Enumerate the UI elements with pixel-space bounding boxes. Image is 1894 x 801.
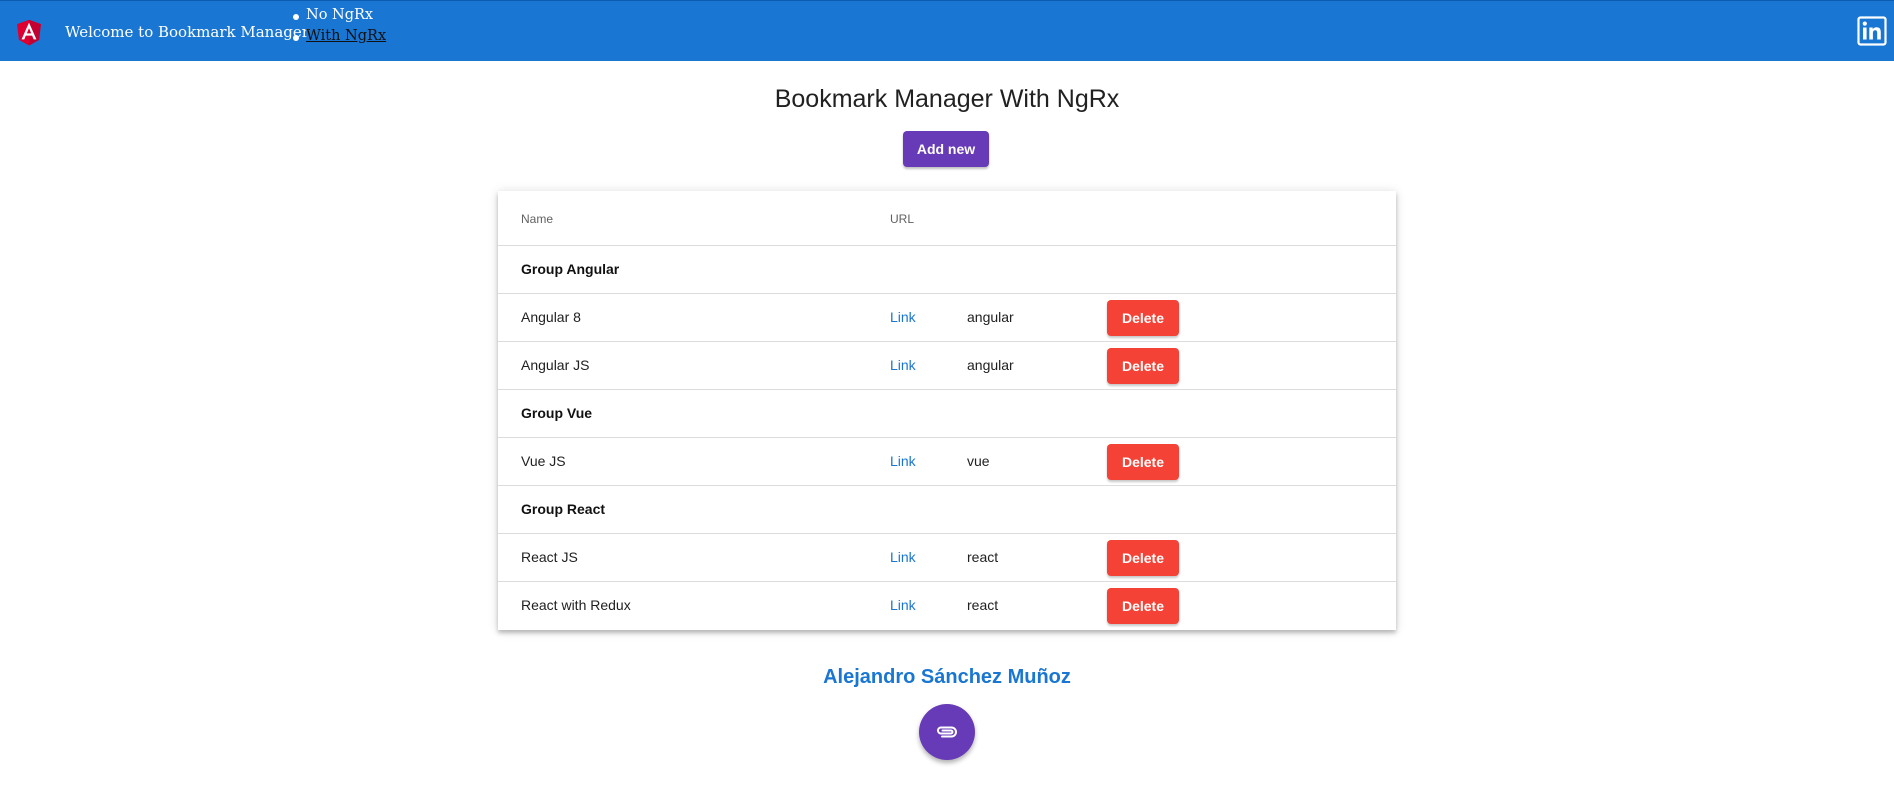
bookmark-name: React JS bbox=[521, 549, 578, 565]
angular-logo-icon[interactable] bbox=[13, 15, 45, 49]
table-header-row: Name URL bbox=[498, 191, 1396, 246]
bookmark-group-tag: angular bbox=[967, 357, 1014, 373]
bookmark-link[interactable]: Link bbox=[890, 357, 916, 373]
top-toolbar: Welcome to Bookmark Manager No NgRx With… bbox=[0, 0, 1894, 61]
column-header-url: URL bbox=[890, 212, 915, 226]
group-label: Group Vue bbox=[521, 405, 593, 421]
bookmark-link[interactable]: Link bbox=[890, 597, 916, 613]
bookmark-name: Vue JS bbox=[521, 453, 566, 469]
group-label: Group React bbox=[521, 501, 606, 517]
group-row: Group Angular bbox=[498, 246, 1396, 294]
table-row: React JS Link react Delete bbox=[498, 534, 1396, 582]
attachment-fab-button[interactable] bbox=[919, 704, 975, 760]
table-row: Vue JS Link vue Delete bbox=[498, 438, 1396, 486]
delete-button[interactable]: Delete bbox=[1107, 540, 1179, 576]
delete-button[interactable]: Delete bbox=[1107, 348, 1179, 384]
attachment-icon bbox=[937, 726, 957, 738]
page-title: Bookmark Manager With NgRx bbox=[774, 85, 1120, 113]
nav-link-no-ngrx[interactable]: No NgRx bbox=[306, 7, 373, 23]
bookmark-name: Angular 8 bbox=[521, 309, 581, 325]
nav-item-no-ngrx: No NgRx bbox=[291, 5, 386, 26]
delete-button[interactable]: Delete bbox=[1107, 588, 1179, 624]
bookmark-group-tag: react bbox=[967, 549, 999, 565]
app-title: Welcome to Bookmark Manager bbox=[65, 23, 309, 41]
table-row: Angular JS Link angular Delete bbox=[498, 342, 1396, 390]
nav-link-with-ngrx[interactable]: With NgRx bbox=[306, 28, 386, 44]
delete-button[interactable]: Delete bbox=[1107, 444, 1179, 480]
bookmark-name: React with Redux bbox=[521, 597, 631, 613]
bookmark-group-tag: vue bbox=[967, 453, 990, 469]
group-row: Group React bbox=[498, 486, 1396, 534]
linkedin-icon[interactable] bbox=[1857, 16, 1887, 46]
bookmarks-table: Name URL Group Angular Angular 8 Link an… bbox=[498, 191, 1396, 630]
bookmark-group-tag: angular bbox=[967, 309, 1014, 325]
delete-button[interactable]: Delete bbox=[1107, 300, 1179, 336]
bookmark-link[interactable]: Link bbox=[890, 309, 916, 325]
nav-item-with-ngrx: With NgRx bbox=[291, 26, 386, 47]
table-row: React with Redux Link react Delete bbox=[498, 582, 1396, 630]
bookmark-link[interactable]: Link bbox=[890, 453, 916, 469]
bookmark-group-tag: react bbox=[967, 597, 999, 613]
group-row: Group Vue bbox=[498, 390, 1396, 438]
bookmark-link[interactable]: Link bbox=[890, 549, 916, 565]
bookmark-name: Angular JS bbox=[521, 357, 590, 373]
table-row: Angular 8 Link angular Delete bbox=[498, 294, 1396, 342]
column-header-name: Name bbox=[521, 212, 554, 226]
group-label: Group Angular bbox=[521, 261, 620, 277]
add-new-button[interactable]: Add new bbox=[903, 131, 989, 167]
main-nav: No NgRx With NgRx bbox=[291, 5, 386, 47]
author-name: Alejandro Sánchez Muñoz bbox=[823, 666, 1071, 688]
